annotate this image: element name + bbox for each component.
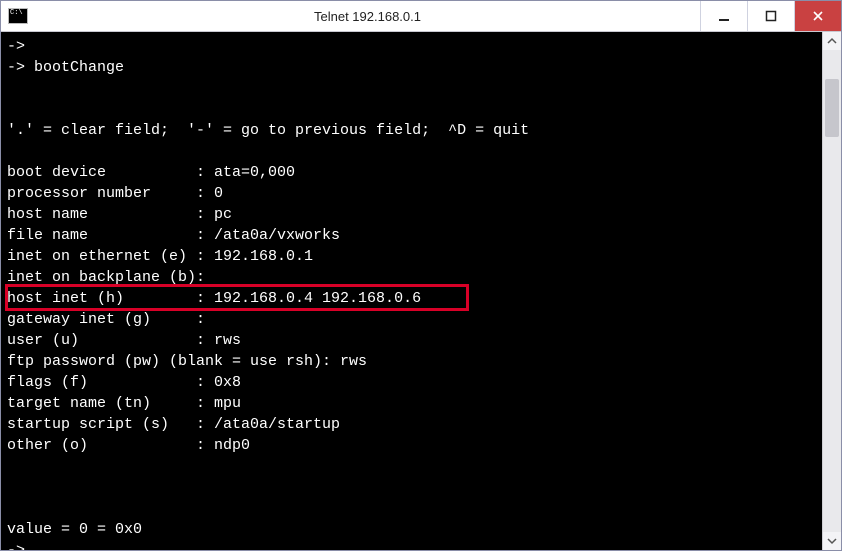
title-bar[interactable]: Telnet 192.168.0.1 [1,1,841,32]
close-icon [812,10,824,22]
terminal-line [7,498,816,519]
maximize-icon [765,10,777,22]
terminal-line: user (u) : rws [7,330,816,351]
minimize-button[interactable] [700,1,747,31]
close-button[interactable] [794,1,841,31]
scroll-thumb[interactable] [825,79,839,137]
terminal-line [7,99,816,120]
terminal-line [7,141,816,162]
terminal-line [7,456,816,477]
terminal-line: startup script (s) : /ata0a/startup [7,414,816,435]
terminal-output[interactable]: ->-> bootChange '.' = clear field; '-' =… [1,32,822,550]
scroll-track[interactable] [823,50,841,532]
terminal-line: target name (tn) : mpu [7,393,816,414]
terminal-line: inet on ethernet (e) : 192.168.0.1 [7,246,816,267]
chevron-down-icon [827,536,837,546]
terminal-line: value = 0 = 0x0 [7,519,816,540]
app-window: Telnet 192.168.0.1 ->-> bootChange '.' [0,0,842,551]
vertical-scrollbar[interactable] [822,32,841,550]
maximize-button[interactable] [747,1,794,31]
terminal-line: -> bootChange [7,57,816,78]
window-title: Telnet 192.168.0.1 [35,1,700,31]
minimize-icon [718,10,730,22]
terminal-line: boot device : ata=0,000 [7,162,816,183]
terminal-line [7,477,816,498]
app-icon-slot [1,1,35,31]
terminal-line: file name : /ata0a/vxworks [7,225,816,246]
terminal-line [7,78,816,99]
terminal-area: ->-> bootChange '.' = clear field; '-' =… [1,32,841,550]
terminal-line: -> [7,36,816,57]
terminal-line: host name : pc [7,204,816,225]
terminal-line: '.' = clear field; '-' = go to previous … [7,120,816,141]
terminal-line: -> [7,540,816,550]
scroll-up-button[interactable] [823,32,841,50]
terminal-line: ftp password (pw) (blank = use rsh): rws [7,351,816,372]
terminal-line: processor number : 0 [7,183,816,204]
cmd-prompt-icon [8,8,28,24]
terminal-line: other (o) : ndp0 [7,435,816,456]
highlight-box [5,284,469,311]
terminal-line: gateway inet (g) : [7,309,816,330]
terminal-line: flags (f) : 0x8 [7,372,816,393]
window-buttons [700,1,841,31]
scroll-down-button[interactable] [823,532,841,550]
chevron-up-icon [827,36,837,46]
